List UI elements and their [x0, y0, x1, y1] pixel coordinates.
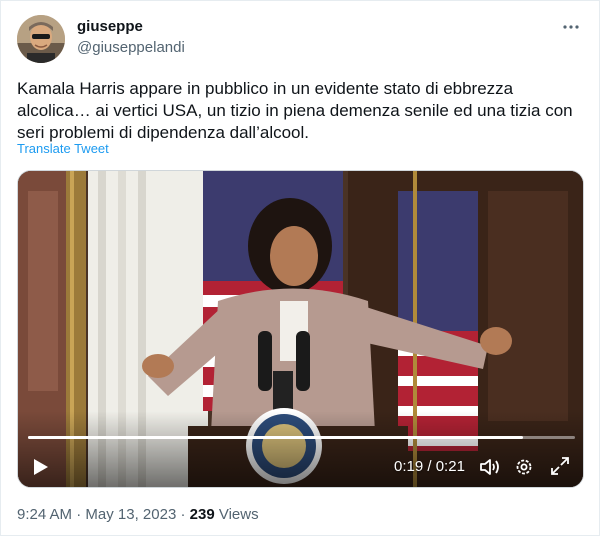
- time-separator: /: [423, 458, 436, 475]
- duration: 0:21: [435, 458, 465, 475]
- views-count[interactable]: 239: [190, 506, 215, 523]
- views-label: Views: [214, 506, 259, 523]
- fullscreen-button[interactable]: [550, 456, 570, 476]
- video-time: 0:19 / 0:21: [394, 458, 465, 475]
- more-options-button[interactable]: [557, 17, 585, 37]
- tweet-text: Kamala Harris appare in pubblico in un e…: [17, 79, 573, 142]
- display-name[interactable]: giuseppe: [77, 17, 185, 37]
- tweet-date[interactable]: May 13, 2023: [85, 506, 176, 523]
- video-progress-bar[interactable]: [28, 436, 575, 439]
- tweet-meta: 9:24 AM · May 13, 2023 · 239 Views: [17, 506, 259, 523]
- video-frame: [18, 171, 583, 487]
- more-dots-icon: [563, 25, 579, 29]
- expand-icon: [551, 457, 569, 475]
- translate-tweet-link[interactable]: Translate Tweet: [17, 141, 109, 156]
- video-player[interactable]: 0:19 / 0:21: [17, 170, 584, 488]
- current-time: 0:19: [394, 458, 424, 475]
- volume-button[interactable]: [479, 457, 501, 477]
- volume-icon: [480, 459, 499, 475]
- user-handle[interactable]: @giuseppelandi: [77, 38, 185, 58]
- meta-separator: ·: [72, 506, 86, 523]
- settings-button[interactable]: [514, 457, 534, 477]
- tweet-time[interactable]: 9:24 AM: [17, 506, 72, 523]
- user-avatar-icon: [17, 15, 65, 63]
- gear-icon: [516, 459, 532, 475]
- tweet-card: giuseppe @giuseppelandi Kamala Harris ap…: [0, 0, 600, 536]
- play-button[interactable]: [32, 457, 50, 477]
- avatar[interactable]: [17, 15, 65, 63]
- meta-separator: ·: [176, 506, 190, 523]
- play-icon: [34, 459, 48, 475]
- author-names: giuseppe @giuseppelandi: [77, 17, 185, 58]
- video-progress-fill: [28, 436, 524, 439]
- tweet-header: giuseppe @giuseppelandi: [17, 13, 585, 63]
